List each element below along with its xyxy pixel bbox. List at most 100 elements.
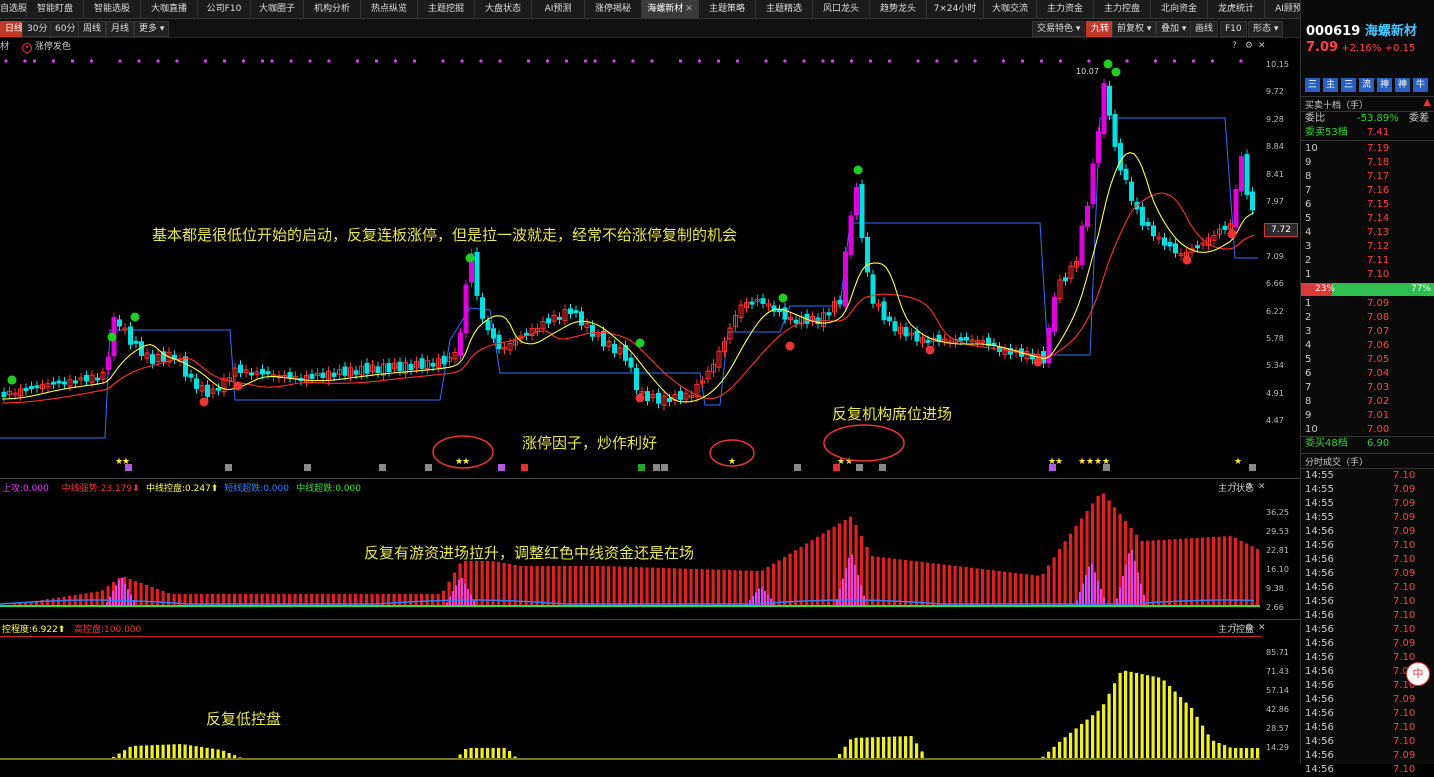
candlestick-chart[interactable]: 10.07★★★★★★★★★★★★★★ — [0, 50, 1300, 478]
close-icon[interactable]: ✕ — [1258, 482, 1266, 492]
control-bar — [233, 755, 236, 758]
control-bar — [1234, 748, 1237, 758]
toolbar-right-btn-5[interactable]: F10 — [1220, 21, 1247, 37]
close-icon[interactable]: ✕ — [1258, 623, 1266, 633]
ask-row: 47.13 — [1301, 226, 1434, 240]
quick-btn-5[interactable]: 神 — [1395, 78, 1410, 92]
control-bar — [222, 751, 225, 758]
control-bar — [189, 745, 192, 758]
tick-row: 14:567.10 — [1301, 763, 1434, 777]
nav-tab-9[interactable]: 大盘状态 — [475, 0, 532, 18]
signal-dot — [394, 59, 397, 62]
bid-price: 7.00 — [1367, 423, 1389, 437]
nav-tab-8[interactable]: 主题挖掘 — [418, 0, 475, 18]
control-bar — [1245, 748, 1248, 758]
control-bar — [844, 747, 847, 758]
nav-tab-22[interactable]: 龙虎统计 — [1208, 0, 1265, 18]
nav-tab-label: 机构分析 — [314, 4, 350, 14]
status-bar — [778, 560, 781, 606]
stock-change-pct: +2.16% — [1341, 43, 1381, 54]
nav-tab-21[interactable]: 北向资金 — [1151, 0, 1208, 18]
warning-icon[interactable]: ▲ — [1423, 97, 1431, 108]
nav-tab-19[interactable]: 主力资金 — [1037, 0, 1094, 18]
control-bar — [217, 749, 220, 758]
nav-tab-label: 趋势龙头 — [880, 4, 916, 14]
status-bar — [833, 527, 836, 606]
toolbar-right-btn-0[interactable]: 交易特色 ▾ — [1032, 21, 1085, 37]
toolbar-left-btn-5[interactable]: 更多 ▾ — [134, 21, 169, 37]
nav-tab-7[interactable]: 热点纵览 — [361, 0, 418, 18]
orderbook-header: 买卖十档（手） ▲ — [1301, 96, 1434, 112]
control-bar — [1174, 692, 1177, 759]
control-bar — [211, 749, 214, 758]
help-icon[interactable]: ? — [1232, 623, 1237, 633]
toolbar-left-btn-2[interactable]: 60分 — [50, 21, 80, 37]
signal-dot — [1087, 59, 1090, 62]
toolbar-left-btn-4[interactable]: 月线 — [106, 21, 134, 37]
tick-time: 14:56 — [1305, 665, 1334, 679]
control-bar — [206, 748, 209, 758]
status-bar — [1223, 536, 1226, 606]
status-bar — [926, 563, 929, 606]
main-force-status-chart[interactable] — [0, 492, 1300, 618]
axis-tick-label: 5.34 — [1266, 361, 1284, 370]
nav-tab-3[interactable]: 大咖直播 — [141, 0, 198, 18]
quick-btn-3[interactable]: 流 — [1359, 78, 1374, 92]
tick-price: 7.10 — [1393, 595, 1415, 609]
control-bar — [497, 748, 500, 758]
status-bar — [866, 547, 869, 606]
settings-icon[interactable]: ⚙ — [1245, 623, 1253, 633]
nav-tab-5[interactable]: 大咖圈子 — [251, 0, 304, 18]
toolbar-left-btn-3[interactable]: 周线 — [78, 21, 106, 37]
tick-row: 14:567.10 — [1301, 735, 1434, 749]
help-icon[interactable]: ? — [1232, 41, 1237, 51]
nav-tab-6[interactable]: 机构分析 — [304, 0, 361, 18]
control-bar — [1201, 726, 1204, 758]
toolbar-right-btn-1[interactable]: 九转 — [1086, 21, 1114, 37]
quick-btn-4[interactable]: 神 — [1377, 78, 1392, 92]
candle-body — [1080, 226, 1084, 264]
nav-tab-label: 主力控盘 — [1104, 4, 1140, 14]
tick-time: 14:56 — [1305, 567, 1334, 581]
quick-btn-6[interactable]: 牛 — [1413, 78, 1428, 92]
close-icon[interactable]: ✕ — [685, 4, 693, 14]
status-bar — [607, 566, 610, 606]
nav-tab-10[interactable]: AI预测 — [532, 0, 585, 18]
nav-tab-16[interactable]: 趋势龙头 — [870, 0, 927, 18]
nav-tab-15[interactable]: 风口龙头 — [813, 0, 870, 18]
quick-btn-1[interactable]: 主 — [1323, 78, 1338, 92]
candle-body — [1113, 115, 1117, 147]
nav-tab-2[interactable]: 智能选股 — [84, 0, 141, 18]
nav-tab-17[interactable]: 7×24小时 — [927, 0, 984, 18]
status-bar — [1069, 534, 1072, 606]
nav-tab-0[interactable]: 自选股 — [0, 0, 27, 18]
quick-btn-2[interactable]: 三 — [1341, 78, 1356, 92]
control-bar — [1212, 741, 1215, 758]
toolbar-left-btn-1[interactable]: 30分 — [22, 21, 52, 37]
nav-tab-11[interactable]: 涨停揭秘 — [585, 0, 642, 18]
nav-tab-4[interactable]: 公司F10 — [198, 0, 251, 18]
status-bar — [915, 561, 918, 606]
toolbar-right-btn-6[interactable]: 形态 ▾ — [1248, 21, 1283, 37]
control-bar — [871, 737, 874, 758]
nav-tab-20[interactable]: 主力控盘 — [1094, 0, 1151, 18]
status-bar — [46, 599, 49, 606]
toolbar-right-btn-4[interactable]: 画线 — [1190, 21, 1218, 37]
main-force-control-chart[interactable] — [0, 638, 1300, 764]
ask-row: 97.18 — [1301, 156, 1434, 170]
settings-icon[interactable]: ⚙ — [1245, 482, 1253, 492]
toolbar-right-btn-2[interactable]: 前复权 ▾ — [1112, 21, 1156, 37]
quick-btn-0[interactable]: 三 — [1305, 78, 1320, 92]
settings-icon[interactable]: ⚙ — [1245, 41, 1253, 51]
close-icon[interactable]: ✕ — [1258, 41, 1266, 51]
nav-tab-13[interactable]: 主题策略 — [699, 0, 756, 18]
help-icon[interactable]: ? — [1232, 482, 1237, 492]
status-bar — [877, 557, 880, 606]
nav-tab-18[interactable]: 大咖交流 — [984, 0, 1037, 18]
nav-tab-12[interactable]: 海螺新材✕ — [642, 0, 699, 18]
control-bar — [915, 743, 918, 758]
float-badge[interactable]: 中 — [1406, 662, 1430, 686]
nav-tab-1[interactable]: 智能盯盘 — [27, 0, 84, 18]
nav-tab-14[interactable]: 主题精选 — [756, 0, 813, 18]
toolbar-right-btn-3[interactable]: 叠加 ▾ — [1156, 21, 1191, 37]
